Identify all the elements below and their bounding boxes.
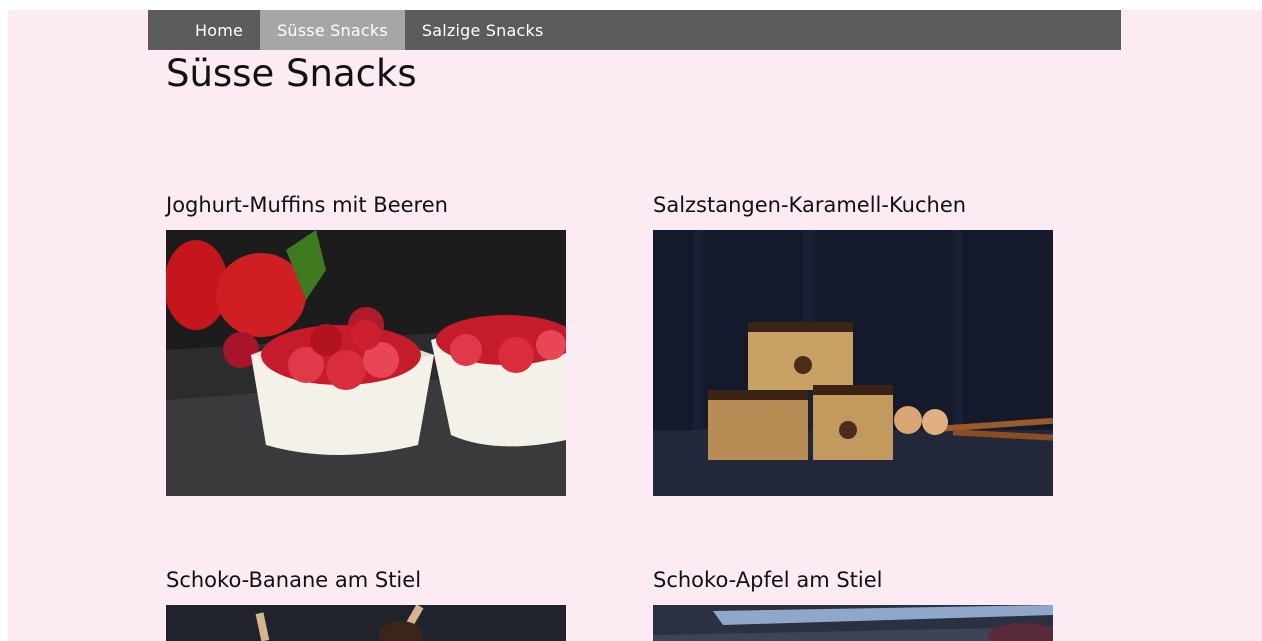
recipe-image-joghurt-muffins[interactable] xyxy=(166,230,566,496)
recipe-title-joghurt-muffins[interactable]: Joghurt-Muffins mit Beeren xyxy=(166,193,448,217)
recipe-title-schoko-banane[interactable]: Schoko-Banane am Stiel xyxy=(166,568,421,592)
nav-item-salzige-snacks[interactable]: Salzige Snacks xyxy=(405,10,561,50)
recipe-image-salzstangen-kuchen[interactable] xyxy=(653,230,1053,496)
recipe-title-schoko-apfel[interactable]: Schoko-Apfel am Stiel xyxy=(653,568,882,592)
recipe-title-salzstangen-kuchen[interactable]: Salzstangen-Karamell-Kuchen xyxy=(653,193,966,217)
nav-item-home[interactable]: Home xyxy=(178,10,260,50)
recipe-image-schoko-banane[interactable] xyxy=(166,605,566,641)
page-title: Süsse Snacks xyxy=(166,52,417,95)
main-navbar: Home Süsse Snacks Salzige Snacks xyxy=(148,10,1121,50)
recipe-image-schoko-apfel[interactable] xyxy=(653,605,1053,641)
nav-item-suesse-snacks[interactable]: Süsse Snacks xyxy=(260,10,405,50)
